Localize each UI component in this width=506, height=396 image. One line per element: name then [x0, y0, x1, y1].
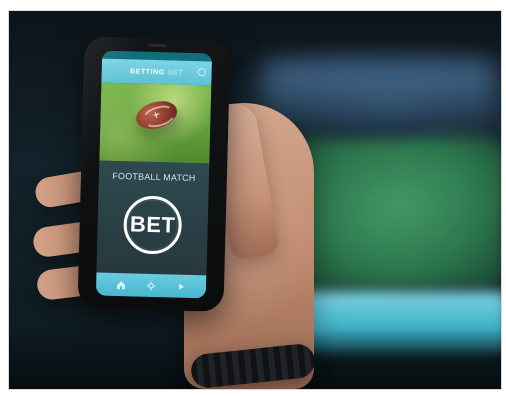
- photo-frame: BETTING BET FOOTBALL MATCH BET: [8, 10, 502, 390]
- app-title-left: BETTING: [129, 67, 166, 76]
- phone-screen: BETTING BET FOOTBALL MATCH BET: [95, 50, 213, 299]
- app-title-right: BET: [167, 68, 184, 77]
- play-icon[interactable]: [176, 281, 186, 291]
- app-header: BETTING BET: [101, 58, 212, 86]
- settings-icon[interactable]: [146, 280, 156, 290]
- app-hero-image: [99, 82, 212, 164]
- bet-button[interactable]: BET: [122, 195, 183, 255]
- match-label: FOOTBALL MATCH: [112, 170, 196, 184]
- stadium-lights-blur: [264, 61, 494, 117]
- bottom-navigation: [95, 272, 207, 299]
- phone-speaker: [148, 43, 167, 48]
- app-content: FOOTBALL MATCH BET: [96, 160, 210, 276]
- football-icon: [132, 96, 181, 134]
- settings-icon[interactable]: [197, 68, 206, 77]
- smartphone: BETTING BET FOOTBALL MATCH BET: [77, 36, 231, 312]
- home-icon[interactable]: [116, 280, 126, 290]
- blurred-field: [294, 139, 501, 287]
- photo-scene: BETTING BET FOOTBALL MATCH BET: [9, 11, 501, 389]
